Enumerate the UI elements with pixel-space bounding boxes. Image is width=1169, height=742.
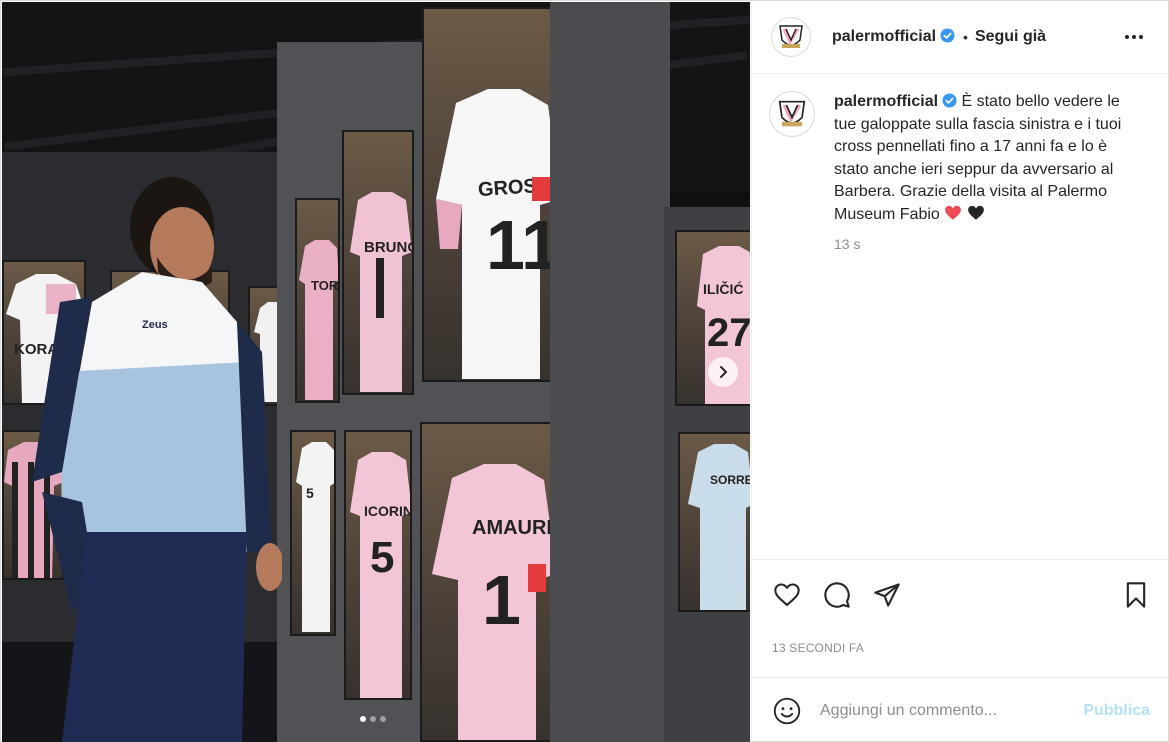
- verified-badge-icon: [942, 93, 957, 108]
- display-case: ICORIN 5: [344, 430, 412, 700]
- jersey: GROSSO 11: [436, 89, 559, 379]
- post-username[interactable]: palermofficial: [832, 28, 955, 46]
- wall-pillar: [550, 2, 670, 742]
- more-options-button[interactable]: [1122, 25, 1146, 49]
- svg-text:27: 27: [707, 311, 750, 355]
- jersey: BRUNO: [350, 192, 412, 392]
- post-header: palermofficial • Segui già: [752, 1, 1169, 74]
- svg-text:ICORIN: ICORIN: [364, 503, 412, 519]
- display-case: SORRENT: [678, 432, 750, 612]
- display-case: AMAURI 1: [420, 422, 560, 742]
- caption-avatar[interactable]: [769, 91, 815, 137]
- comment-input[interactable]: [820, 701, 1070, 720]
- more-options-icon: [1125, 35, 1143, 39]
- svg-text:SORRENT: SORRENT: [710, 473, 750, 487]
- svg-text:11: 11: [486, 206, 559, 284]
- publish-button[interactable]: Pubblica: [1083, 702, 1150, 720]
- following-button[interactable]: Segui già: [975, 28, 1046, 46]
- heart-outline-icon: [774, 583, 800, 606]
- emoji-smile-icon: [773, 697, 801, 724]
- carousel-dot: [380, 716, 386, 722]
- profile-avatar[interactable]: [771, 17, 811, 57]
- jersey: SORRENT: [688, 444, 750, 610]
- post-timestamp[interactable]: 13 SECONDI FA: [772, 641, 864, 655]
- comment-bubble-icon: [824, 582, 850, 608]
- bookmark-icon: [1126, 582, 1146, 608]
- instagram-post: KORA TOR BRUN GROSSO 11 5 ICORIN 5 AMAUR…: [0, 0, 1169, 742]
- post-actions: [752, 559, 1169, 629]
- jersey: ICORIN 5: [350, 452, 412, 698]
- caption-time[interactable]: 13 s: [834, 233, 1139, 256]
- red-heart-icon: [945, 205, 962, 220]
- svg-text:1: 1: [482, 561, 521, 639]
- svg-text:ILIČIĆ: ILIČIĆ: [703, 280, 743, 297]
- header-separator: •: [963, 29, 968, 45]
- next-photo-button[interactable]: [708, 357, 738, 387]
- comment-button[interactable]: [821, 579, 853, 611]
- paper-plane-icon: [874, 583, 900, 607]
- like-button[interactable]: [771, 579, 803, 611]
- carousel-indicator: [360, 716, 386, 722]
- display-case: 5: [290, 430, 336, 636]
- verified-badge-icon: [940, 28, 955, 43]
- post-side-panel: palermofficial • Segui già palermofficia…: [751, 1, 1169, 742]
- display-case: GROSSO 11: [422, 7, 559, 382]
- svg-text:AMAURI: AMAURI: [472, 517, 552, 539]
- svg-text:5: 5: [370, 533, 394, 582]
- palermo-logo-icon: [778, 100, 806, 127]
- emoji-button[interactable]: [771, 695, 803, 727]
- svg-text:BRUNO: BRUNO: [364, 239, 412, 256]
- visitor-person: Zeus: [32, 177, 282, 742]
- carousel-dot: [370, 716, 376, 722]
- carousel-dot-active: [360, 716, 366, 722]
- post-caption: palermofficial È stato bello vedere le t…: [769, 91, 1159, 256]
- chevron-right-icon: [720, 366, 727, 378]
- palermo-logo-icon: [779, 25, 803, 48]
- black-heart-icon: [967, 205, 984, 220]
- caption-text: palermofficial È stato bello vedere le t…: [834, 91, 1139, 226]
- share-button[interactable]: [871, 579, 903, 611]
- svg-text:Zeus: Zeus: [142, 319, 168, 331]
- svg-text:5: 5: [306, 485, 314, 501]
- jersey: 5: [296, 442, 334, 632]
- jersey: TOR: [299, 240, 339, 400]
- save-button[interactable]: [1120, 579, 1152, 611]
- comment-form: Pubblica: [752, 677, 1169, 742]
- jersey: AMAURI 1: [432, 464, 557, 740]
- svg-text:TOR: TOR: [311, 278, 339, 293]
- display-case: BRUNO: [342, 130, 414, 395]
- display-case: TOR: [295, 198, 340, 403]
- caption-username[interactable]: palermofficial: [834, 93, 957, 110]
- post-photo[interactable]: KORA TOR BRUN GROSSO 11 5 ICORIN 5 AMAUR…: [2, 2, 750, 742]
